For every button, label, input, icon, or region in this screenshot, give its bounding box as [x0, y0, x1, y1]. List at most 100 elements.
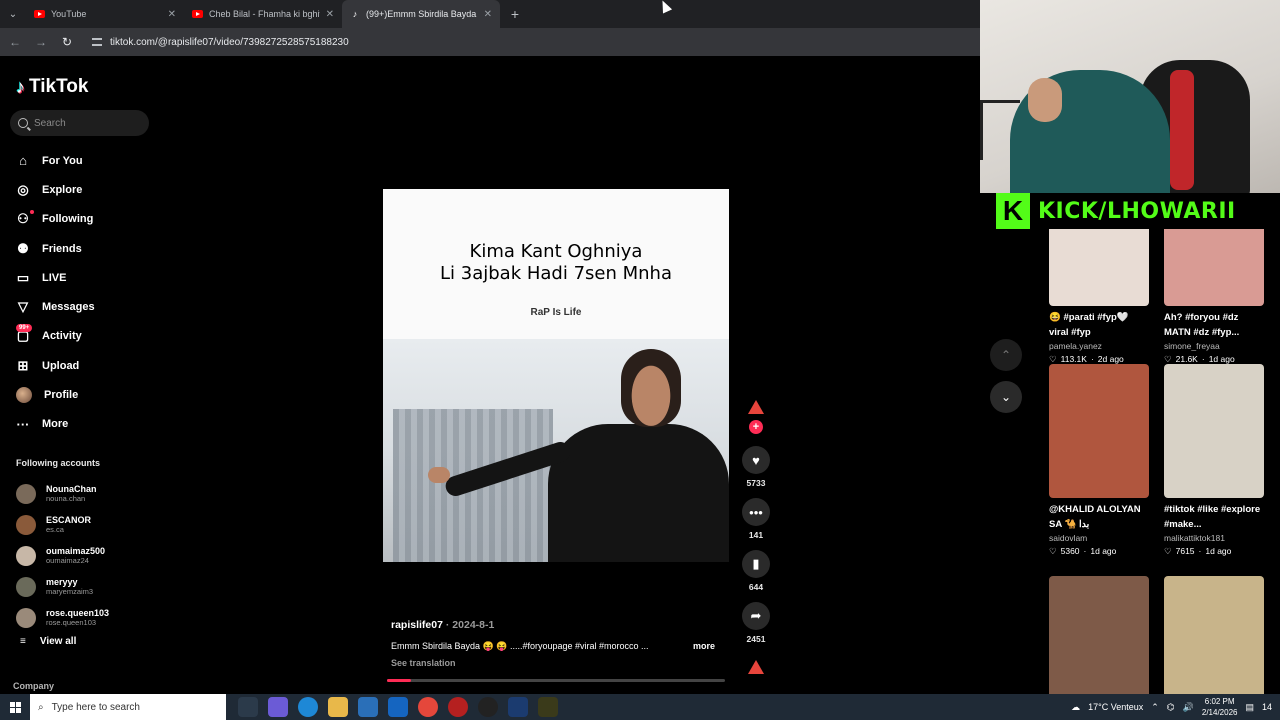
start-button[interactable]	[0, 694, 30, 720]
obs-icon[interactable]	[478, 697, 498, 717]
account-name: ESCANOR	[46, 514, 92, 525]
nav-profile[interactable]: Profile	[16, 380, 156, 409]
nav-following[interactable]: ⚇ Following	[16, 205, 156, 234]
company-link[interactable]: Company	[13, 681, 54, 691]
like-button[interactable]: ♥ 5733	[740, 446, 772, 488]
avatar	[16, 545, 36, 566]
card-age: 1d ago	[1090, 546, 1117, 556]
caption-line-2: Li 3ajbak Hadi 7sen Mnha	[440, 263, 672, 284]
nav-friends[interactable]: ⚉ Friends	[16, 234, 156, 263]
following-accounts-list: NounaChan nouna.chan ESCANOR es.ca oumaima…	[16, 478, 156, 633]
nav-label: Messages	[42, 301, 95, 314]
next-video-button[interactable]: ⌄	[990, 381, 1022, 413]
tiktok-logo[interactable]: ♪ TikTok	[16, 76, 88, 98]
following-account[interactable]: meryyy maryemzaim3	[16, 571, 156, 602]
forward-arrow-icon[interactable]: →	[34, 35, 48, 49]
notification-dot	[30, 209, 34, 214]
video-thumbnail[interactable]	[1049, 576, 1149, 694]
clock-date: 2/14/2026	[1201, 708, 1238, 717]
search-input[interactable]: Search	[10, 110, 149, 136]
card-author[interactable]: malikattiktok181	[1164, 533, 1264, 543]
app-icon[interactable]	[448, 697, 468, 717]
recommended-video-card[interactable]: #tiktok #like #explore #make... malikatti…	[1164, 364, 1264, 557]
account-handle: nouna.chan	[46, 493, 86, 503]
tab-search-chevron-icon[interactable]: ⌄	[0, 0, 26, 28]
weather-text[interactable]: 17°C Venteux	[1088, 702, 1143, 712]
person-head	[621, 349, 681, 427]
tray-chevron-icon[interactable]: ⌃	[1151, 702, 1159, 713]
tab-close-icon[interactable]: ✕	[168, 9, 176, 20]
previous-video-button[interactable]: ⌃	[990, 339, 1022, 371]
site-settings-icon[interactable]	[92, 38, 102, 46]
author-username[interactable]: rapislife07	[391, 619, 443, 631]
video-thumbnail[interactable]	[1164, 576, 1264, 694]
tab-close-icon[interactable]: ✕	[326, 9, 334, 20]
tab-cheb-bilal[interactable]: Cheb Bilal - Fhamha ki bghit - Y ✕	[184, 0, 342, 28]
recommended-video-card[interactable]: Ah? #foryou #dz MATN #dz #fyp... simone_f…	[1164, 229, 1264, 365]
volume-icon[interactable]: 🔊	[1183, 702, 1194, 713]
share-button[interactable]: ➦ 2451	[740, 602, 772, 644]
new-tab-button[interactable]: +	[504, 6, 526, 22]
nav-label: Upload	[42, 359, 80, 372]
copilot-icon[interactable]	[268, 697, 288, 717]
heart-outline-icon: ♡	[1049, 546, 1057, 556]
file-explorer-icon[interactable]	[328, 697, 348, 717]
tab-tiktok-active[interactable]: ♪ (99+)Emmm Sbirdila Bayda 😝 ( ✕	[342, 0, 500, 28]
comment-button[interactable]: ••• 141	[740, 498, 772, 540]
creator-avatar[interactable]	[748, 400, 764, 416]
recommended-video-card[interactable]: @KHALID ALOLYAN SA 🐪 بدا saidovlam ♡ 5360 · 1…	[1049, 364, 1149, 557]
recommended-video-card[interactable]	[1049, 576, 1149, 694]
video-progress-bar[interactable]	[387, 679, 725, 682]
video-thumbnail[interactable]	[1164, 229, 1264, 306]
card-likes: 7615	[1175, 546, 1195, 556]
upload-icon: ⊞	[17, 357, 29, 373]
tab-youtube[interactable]: YouTube ✕	[26, 0, 184, 28]
card-author[interactable]: pamela.yanez	[1049, 341, 1149, 351]
notifications-icon[interactable]: ▤	[1245, 702, 1254, 713]
taskbar-search-input[interactable]: ⌕ Type here to search	[30, 694, 226, 720]
nav-messages[interactable]: ▽ Messages	[16, 292, 156, 321]
outlook-icon[interactable]	[388, 697, 408, 717]
back-arrow-icon[interactable]: ←	[8, 35, 22, 49]
video-thumbnail[interactable]	[1049, 229, 1149, 306]
following-account[interactable]: ESCANOR es.ca	[16, 509, 156, 540]
tab-close-icon[interactable]: ✕	[484, 9, 492, 20]
store-icon[interactable]	[358, 697, 378, 717]
following-account[interactable]: NounaChan nouna.chan	[16, 478, 156, 509]
video-player[interactable]: Kima Kant Oghniya Li 3ajbak Hadi 7sen Mn…	[383, 189, 729, 562]
nav-explore[interactable]: ◎ Explore	[16, 175, 156, 204]
more-button[interactable]: more	[693, 641, 715, 651]
streamer-face	[1028, 78, 1062, 122]
following-account[interactable]: oumaimaz500 oumaimaz24	[16, 540, 156, 571]
see-translation-link[interactable]: See translation	[391, 658, 721, 668]
nav-more[interactable]: ··· More	[16, 410, 156, 439]
url-field[interactable]: tiktok.com/@rapislife07/video/7398272528…	[92, 37, 349, 48]
steam-icon[interactable]	[508, 697, 528, 717]
network-icon[interactable]: ⌬	[1167, 702, 1175, 713]
task-view-icon[interactable]	[238, 697, 258, 717]
view-all-button[interactable]: ≡ View all	[20, 636, 76, 647]
follow-plus-button[interactable]: +	[749, 420, 763, 434]
save-button[interactable]: ▮ 644	[740, 550, 772, 592]
following-account[interactable]: rose.queen103 rose.queen103	[16, 602, 156, 633]
video-thumbnail[interactable]	[1164, 364, 1264, 498]
nav-for-you[interactable]: ⌂ For You	[16, 146, 156, 175]
chrome-icon[interactable]	[418, 697, 438, 717]
nav-upload[interactable]: ⊞ Upload	[16, 351, 156, 380]
reload-icon[interactable]: ↻	[60, 35, 74, 49]
game-icon[interactable]	[538, 697, 558, 717]
clock[interactable]: 6:02 PM 2/14/2026	[1202, 696, 1238, 718]
nav-live[interactable]: ▭ LIVE	[16, 263, 156, 292]
video-thumbnail[interactable]	[1049, 364, 1149, 498]
card-author[interactable]: simone_freyaa	[1164, 341, 1264, 351]
recommended-video-card[interactable]: 😆 #parati #fyp🤍 viral #fyp pamela.yanez ♡ 1…	[1049, 229, 1149, 365]
recommended-video-card[interactable]	[1164, 576, 1264, 694]
video-overlay-text: RaP Is Life	[530, 307, 582, 318]
nav-activity[interactable]: ▢ 99+ Activity	[16, 322, 156, 351]
chair-stripe	[1170, 70, 1194, 190]
bookmark-icon: ▮	[742, 550, 770, 578]
card-author[interactable]: saidovlam	[1049, 533, 1149, 543]
music-disc-icon[interactable]	[748, 660, 764, 674]
edge-icon[interactable]	[298, 697, 318, 717]
tiktok-note-icon: ♪	[16, 76, 25, 97]
